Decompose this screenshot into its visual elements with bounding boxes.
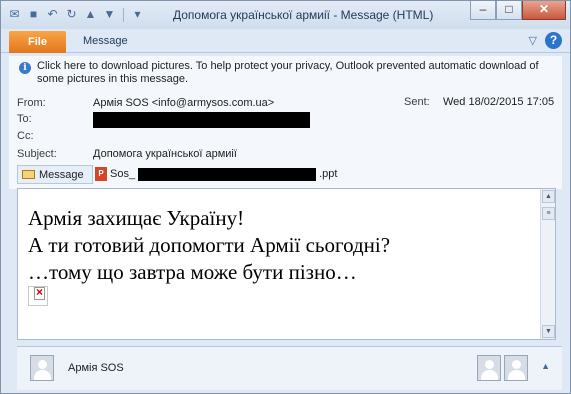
broken-image-icon[interactable] (28, 286, 48, 306)
redacted-recipient (93, 112, 310, 128)
sent-label: Sent: (404, 96, 430, 108)
envelope-icon (22, 170, 35, 179)
cc-label: Cc: (17, 130, 34, 142)
subject-label: Subject: (17, 148, 57, 160)
window-controls: – □ ✕ (470, 1, 566, 20)
sender-avatar[interactable] (30, 355, 54, 381)
ribbon-right-controls: ▽ ? (529, 32, 562, 49)
close-button[interactable]: ✕ (522, 1, 566, 20)
attachment-strip: Message P Sos_ .ppt (9, 165, 562, 185)
subject-value: Допомога української армиії (93, 148, 237, 160)
scroll-up-arrow-icon[interactable]: ▲ (542, 190, 555, 203)
to-label: To: (17, 113, 32, 125)
up-arrow-icon[interactable]: ▲ (83, 7, 98, 22)
vertical-scrollbar[interactable]: ▲ ≡ ▼ (540, 189, 555, 339)
from-label: From: (17, 97, 46, 109)
toolbar-separator (123, 7, 124, 22)
message-body[interactable]: Армія захищає Україну! А ти готовий допо… (17, 188, 556, 340)
maximize-button[interactable]: □ (496, 1, 522, 20)
save-icon[interactable]: ■ (26, 7, 41, 22)
people-pane-name[interactable]: Армія SOS (68, 362, 124, 374)
customize-icon[interactable]: ▾ (130, 7, 145, 22)
tab-file[interactable]: File (9, 31, 66, 53)
mail-icon: ✉ (9, 7, 20, 21)
quick-access-toolbar: ✉ ■ ↶ ↻ ▲ ▼ ▾ (7, 7, 145, 22)
scroll-track-icon[interactable]: ≡ (542, 207, 555, 220)
body-line-2: А ти готовий допомогти Армії сьогодні? (28, 233, 391, 257)
download-pictures-infobar[interactable]: i Click here to download pictures. To he… (11, 60, 560, 90)
ribbon-tabs: File Message ▽ ? (1, 30, 570, 53)
scroll-down-arrow-icon[interactable]: ▼ (542, 325, 555, 338)
attachment-message-label: Message (39, 168, 84, 181)
attachment-file-suffix: .ppt (319, 168, 338, 180)
help-icon[interactable]: ? (545, 32, 562, 49)
chevron-down-icon[interactable]: ▽ (529, 34, 537, 47)
tab-message[interactable]: Message (83, 35, 128, 47)
expand-people-pane-icon[interactable]: ▲ (541, 361, 550, 371)
body-line-1: Армія захищає Україну! (28, 206, 245, 230)
body-line-3: …тому що завтра може бути пізно… (28, 260, 357, 284)
powerpoint-icon: P (95, 167, 107, 181)
infobar-text: Click here to download pictures. To help… (37, 60, 539, 85)
attachment-file-prefix: Sos_ (110, 168, 136, 180)
minimize-button[interactable]: – (470, 1, 496, 20)
attachment-file[interactable]: P Sos_ .ppt (95, 167, 337, 181)
contact-avatar-1[interactable] (477, 355, 501, 381)
title-bar: ✉ ■ ↶ ↻ ▲ ▼ ▾ Допомога української армиі… (1, 1, 570, 29)
sent-value: Wed 18/02/2015 17:05 (443, 96, 555, 108)
undo-icon[interactable]: ↶ (45, 7, 60, 22)
redacted-filename (138, 167, 317, 181)
redo-icon[interactable]: ↻ (64, 7, 79, 22)
info-icon: i (19, 62, 31, 74)
outlook-message-window: ✉ ■ ↶ ↻ ▲ ▼ ▾ Допомога української армиі… (0, 0, 571, 394)
from-value[interactable]: Армія SOS <info@armysos.com.ua> (93, 96, 274, 110)
window-title: Допомога української армиії - Message (H… (173, 8, 434, 22)
contact-avatar-2[interactable] (504, 355, 528, 381)
people-pane: Армія SOS ▲ (17, 346, 562, 390)
down-arrow-icon[interactable]: ▼ (102, 7, 117, 22)
body-text: Армія захищає Україну! А ти готовий допо… (28, 205, 390, 286)
attachment-message-button[interactable]: Message (17, 165, 93, 184)
